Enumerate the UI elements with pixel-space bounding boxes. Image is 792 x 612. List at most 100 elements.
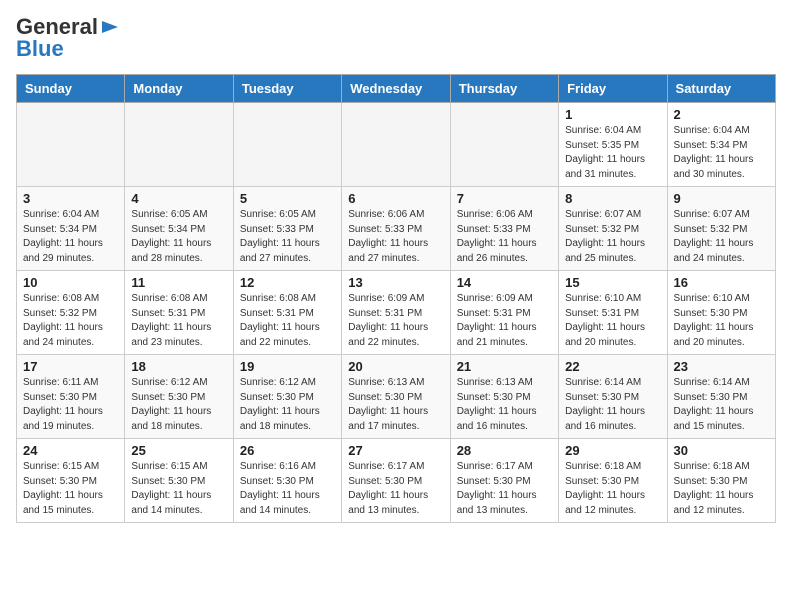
calendar-day-cell: 3 Sunrise: 6:04 AMSunset: 5:34 PMDaylight…: [17, 187, 125, 271]
day-info: Sunrise: 6:05 AMSunset: 5:34 PMDaylight:…: [131, 208, 226, 266]
calendar-day-cell: [17, 103, 125, 187]
day-number: 8: [565, 191, 660, 206]
calendar-day-cell: 29 Sunrise: 6:18 AMSunset: 5:30 PMDayligh…: [559, 439, 667, 523]
day-info: Sunrise: 6:07 AMSunset: 5:32 PMDaylight:…: [565, 208, 660, 266]
calendar-day-cell: 4 Sunrise: 6:05 AMSunset: 5:34 PMDaylight…: [125, 187, 233, 271]
day-info: Sunrise: 6:08 AMSunset: 5:31 PMDaylight:…: [131, 292, 226, 350]
calendar-day-cell: 9 Sunrise: 6:07 AMSunset: 5:32 PMDaylight…: [667, 187, 775, 271]
calendar-day-cell: 28 Sunrise: 6:17 AMSunset: 5:30 PMDayligh…: [450, 439, 558, 523]
calendar-day-cell: 18Sunrise: 6:12 AMSunset: 5:30 PMDayligh…: [125, 355, 233, 439]
day-number: 6: [348, 191, 443, 206]
calendar-day-cell: 15 Sunrise: 6:10 AMSunset: 5:31 PMDayligh…: [559, 271, 667, 355]
weekday-header-thursday: Thursday: [450, 75, 558, 103]
day-info: Sunrise: 6:10 AMSunset: 5:31 PMDaylight:…: [565, 292, 660, 350]
day-number: 22: [565, 359, 660, 374]
day-number: 9: [674, 191, 769, 206]
day-info: Sunrise: 6:05 AMSunset: 5:33 PMDaylight:…: [240, 208, 335, 266]
calendar-day-cell: 14Sunrise: 6:09 AMSunset: 5:31 PMDayligh…: [450, 271, 558, 355]
day-number: 21: [457, 359, 552, 374]
calendar-day-cell: 25 Sunrise: 6:15 AMSunset: 5:30 PMDayligh…: [125, 439, 233, 523]
calendar-day-cell: 24Sunrise: 6:15 AMSunset: 5:30 PMDayligh…: [17, 439, 125, 523]
day-number: 25: [131, 443, 226, 458]
calendar-week-row: 1Sunrise: 6:04 AMSunset: 5:35 PMDaylight…: [17, 103, 776, 187]
day-info: Sunrise: 6:15 AMSunset: 5:30 PMDaylight:…: [23, 460, 118, 518]
calendar-day-cell: 8 Sunrise: 6:07 AMSunset: 5:32 PMDaylight…: [559, 187, 667, 271]
calendar-day-cell: 22 Sunrise: 6:14 AMSunset: 5:30 PMDayligh…: [559, 355, 667, 439]
calendar-day-cell: [450, 103, 558, 187]
day-number: 12: [240, 275, 335, 290]
day-info: Sunrise: 6:06 AMSunset: 5:33 PMDaylight:…: [457, 208, 552, 266]
day-info: Sunrise: 6:08 AMSunset: 5:32 PMDaylight:…: [23, 292, 118, 350]
day-number: 2: [674, 107, 769, 122]
calendar-day-cell: 7 Sunrise: 6:06 AMSunset: 5:33 PMDaylight…: [450, 187, 558, 271]
day-info: Sunrise: 6:18 AMSunset: 5:30 PMDaylight:…: [565, 460, 660, 518]
day-info: Sunrise: 6:04 AMSunset: 5:35 PMDaylight:…: [565, 124, 660, 182]
weekday-header-friday: Friday: [559, 75, 667, 103]
day-info: Sunrise: 6:11 AMSunset: 5:30 PMDaylight:…: [23, 376, 118, 434]
day-info: Sunrise: 6:14 AMSunset: 5:30 PMDaylight:…: [565, 376, 660, 434]
day-info: Sunrise: 6:08 AMSunset: 5:31 PMDaylight:…: [240, 292, 335, 350]
day-info: Sunrise: 6:04 AMSunset: 5:34 PMDaylight:…: [23, 208, 118, 266]
day-number: 18: [131, 359, 226, 374]
day-number: 19: [240, 359, 335, 374]
weekday-header-tuesday: Tuesday: [233, 75, 341, 103]
logo-arrow-icon: [100, 17, 120, 37]
calendar-day-cell: 6 Sunrise: 6:06 AMSunset: 5:33 PMDaylight…: [342, 187, 450, 271]
day-number: 15: [565, 275, 660, 290]
day-number: 26: [240, 443, 335, 458]
day-info: Sunrise: 6:17 AMSunset: 5:30 PMDaylight:…: [457, 460, 552, 518]
calendar-day-cell: 5Sunrise: 6:05 AMSunset: 5:33 PMDaylight…: [233, 187, 341, 271]
calendar-week-row: 10 Sunrise: 6:08 AMSunset: 5:32 PMDayligh…: [17, 271, 776, 355]
calendar-day-cell: [342, 103, 450, 187]
day-number: 3: [23, 191, 118, 206]
calendar-week-row: 24Sunrise: 6:15 AMSunset: 5:30 PMDayligh…: [17, 439, 776, 523]
calendar-table: SundayMondayTuesdayWednesdayThursdayFrid…: [16, 74, 776, 523]
calendar-day-cell: 27Sunrise: 6:17 AMSunset: 5:30 PMDayligh…: [342, 439, 450, 523]
day-number: 17: [23, 359, 118, 374]
day-info: Sunrise: 6:06 AMSunset: 5:33 PMDaylight:…: [348, 208, 443, 266]
day-number: 11: [131, 275, 226, 290]
day-number: 10: [23, 275, 118, 290]
weekday-header-saturday: Saturday: [667, 75, 775, 103]
logo-general-text: General: [16, 16, 98, 38]
day-number: 7: [457, 191, 552, 206]
calendar-day-cell: 23 Sunrise: 6:14 AMSunset: 5:30 PMDayligh…: [667, 355, 775, 439]
day-info: Sunrise: 6:17 AMSunset: 5:30 PMDaylight:…: [348, 460, 443, 518]
day-number: 28: [457, 443, 552, 458]
day-number: 23: [674, 359, 769, 374]
day-info: Sunrise: 6:15 AMSunset: 5:30 PMDaylight:…: [131, 460, 226, 518]
calendar-week-row: 3 Sunrise: 6:04 AMSunset: 5:34 PMDaylight…: [17, 187, 776, 271]
calendar-day-cell: [125, 103, 233, 187]
calendar-day-cell: 10 Sunrise: 6:08 AMSunset: 5:32 PMDayligh…: [17, 271, 125, 355]
day-number: 29: [565, 443, 660, 458]
day-info: Sunrise: 6:09 AMSunset: 5:31 PMDaylight:…: [348, 292, 443, 350]
logo-blue-text: Blue: [16, 36, 64, 62]
calendar-day-cell: 21 Sunrise: 6:13 AMSunset: 5:30 PMDayligh…: [450, 355, 558, 439]
day-info: Sunrise: 6:16 AMSunset: 5:30 PMDaylight:…: [240, 460, 335, 518]
day-info: Sunrise: 6:18 AMSunset: 5:30 PMDaylight:…: [674, 460, 769, 518]
day-info: Sunrise: 6:04 AMSunset: 5:34 PMDaylight:…: [674, 124, 769, 182]
calendar-day-cell: [233, 103, 341, 187]
day-info: Sunrise: 6:13 AMSunset: 5:30 PMDaylight:…: [457, 376, 552, 434]
day-info: Sunrise: 6:09 AMSunset: 5:31 PMDaylight:…: [457, 292, 552, 350]
day-info: Sunrise: 6:13 AMSunset: 5:30 PMDaylight:…: [348, 376, 443, 434]
weekday-header-wednesday: Wednesday: [342, 75, 450, 103]
day-info: Sunrise: 6:10 AMSunset: 5:30 PMDaylight:…: [674, 292, 769, 350]
calendar-day-cell: 12 Sunrise: 6:08 AMSunset: 5:31 PMDayligh…: [233, 271, 341, 355]
calendar-day-cell: 13Sunrise: 6:09 AMSunset: 5:31 PMDayligh…: [342, 271, 450, 355]
calendar-day-cell: 16 Sunrise: 6:10 AMSunset: 5:30 PMDayligh…: [667, 271, 775, 355]
calendar-day-cell: 20 Sunrise: 6:13 AMSunset: 5:30 PMDayligh…: [342, 355, 450, 439]
day-number: 4: [131, 191, 226, 206]
day-info: Sunrise: 6:12 AMSunset: 5:30 PMDaylight:…: [240, 376, 335, 434]
day-info: Sunrise: 6:07 AMSunset: 5:32 PMDaylight:…: [674, 208, 769, 266]
calendar-day-cell: 1Sunrise: 6:04 AMSunset: 5:35 PMDaylight…: [559, 103, 667, 187]
weekday-header-monday: Monday: [125, 75, 233, 103]
day-number: 20: [348, 359, 443, 374]
calendar-day-cell: 30Sunrise: 6:18 AMSunset: 5:30 PMDayligh…: [667, 439, 775, 523]
calendar-day-cell: 26 Sunrise: 6:16 AMSunset: 5:30 PMDayligh…: [233, 439, 341, 523]
day-info: Sunrise: 6:14 AMSunset: 5:30 PMDaylight:…: [674, 376, 769, 434]
day-number: 16: [674, 275, 769, 290]
logo: General Blue: [16, 16, 120, 62]
calendar-day-cell: 2 Sunrise: 6:04 AMSunset: 5:34 PMDaylight…: [667, 103, 775, 187]
calendar-day-cell: 11 Sunrise: 6:08 AMSunset: 5:31 PMDayligh…: [125, 271, 233, 355]
